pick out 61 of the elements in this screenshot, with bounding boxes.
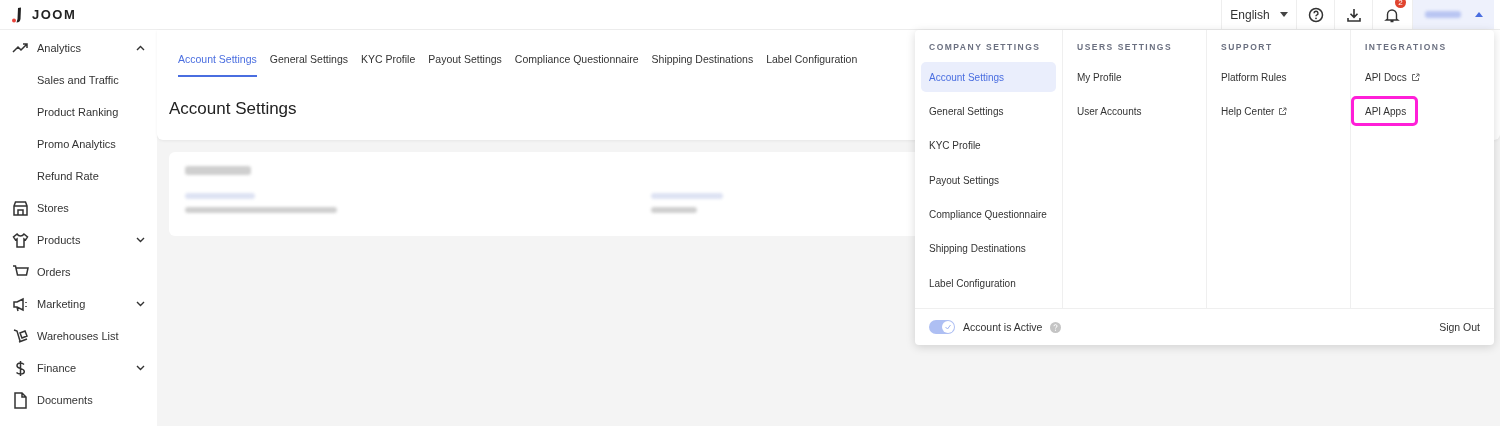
settings-tab[interactable]: Shipping Destinations — [651, 30, 754, 77]
help-icon — [1050, 321, 1062, 333]
sidebar-item[interactable]: Documents — [0, 384, 157, 416]
chevron-up-icon — [136, 45, 145, 51]
sidebar-item[interactable]: Warehouses List — [0, 320, 157, 352]
sidebar-subitem[interactable]: Product Ranking — [0, 96, 157, 128]
sign-out-button[interactable]: Sign Out — [1439, 321, 1480, 333]
hand-truck-icon — [12, 327, 29, 345]
brand-name: JOOM — [32, 7, 77, 22]
sidebar-item[interactable]: Orders — [0, 256, 157, 288]
sidebar-subitem[interactable]: Promo Analytics — [0, 128, 157, 160]
chevron-down-icon — [136, 365, 145, 371]
sidebar-item[interactable]: Analytics — [0, 32, 157, 64]
check-icon — [944, 323, 952, 331]
download-icon — [1345, 6, 1362, 23]
external-link-icon — [1410, 72, 1420, 82]
menu-item[interactable]: Account Settings — [921, 62, 1056, 92]
menu-item[interactable]: Label Configuration — [921, 268, 1024, 299]
toggle-label: Account is Active — [963, 321, 1043, 333]
settings-tab[interactable]: Payout Settings — [428, 30, 502, 77]
settings-tab[interactable]: Account Settings — [178, 30, 257, 77]
sidebar-item[interactable]: Products — [0, 224, 157, 256]
joom-logo-icon — [12, 6, 22, 23]
help-icon — [1307, 6, 1324, 23]
settings-tab[interactable]: Label Configuration — [766, 30, 858, 77]
menu-item[interactable]: API Apps — [1351, 96, 1419, 127]
external-link-icon — [1278, 106, 1288, 116]
sidebar-item[interactable]: Marketing — [0, 288, 157, 320]
menu-section-heading: INTEGRATIONS — [1364, 41, 1448, 54]
notification-count-badge: 2 — [1395, 0, 1406, 8]
menu-item[interactable]: Payout Settings — [921, 165, 1008, 196]
menu-section-heading: SUPPORT — [1220, 41, 1274, 54]
sidebar-item[interactable]: Finance — [0, 352, 157, 384]
settings-tab[interactable]: General Settings — [269, 30, 348, 77]
toggle-switch[interactable] — [929, 320, 955, 334]
store-icon — [12, 199, 29, 217]
menu-item[interactable]: User Accounts — [1069, 96, 1150, 127]
menu-item[interactable]: KYC Profile — [921, 130, 1001, 161]
document-icon — [12, 391, 29, 409]
settings-tab[interactable]: KYC Profile — [361, 30, 416, 77]
megaphone-icon — [12, 295, 29, 313]
menu-item[interactable]: Shipping Destinations — [921, 233, 1034, 264]
menu-item[interactable]: Compliance Questionnaire — [921, 199, 1055, 230]
page-title: Account Settings — [169, 99, 297, 119]
menu-item[interactable]: My Profile — [1069, 62, 1149, 92]
menu-item[interactable]: Help Center — [1213, 96, 1296, 127]
sidebar-subitem[interactable]: Refund Rate — [0, 160, 157, 192]
menu-section-heading: COMPANY SETTINGS — [928, 41, 1042, 54]
caret-down-icon — [1279, 12, 1288, 17]
menu-item[interactable]: API Docs — [1357, 62, 1437, 92]
shirt-icon — [12, 231, 29, 249]
menu-section-heading: USERS SETTINGS — [1076, 41, 1174, 54]
chevron-down-icon — [136, 237, 145, 243]
sidebar-subitem[interactable]: Sales and Traffic — [0, 64, 157, 96]
settings-tab[interactable]: Compliance Questionnaire — [514, 30, 639, 77]
sidebar-item[interactable]: Stores — [0, 192, 157, 224]
bell-icon — [1383, 6, 1400, 23]
menu-item[interactable]: Platform Rules — [1213, 62, 1295, 92]
caret-up-icon — [1474, 12, 1483, 17]
chevron-down-icon — [136, 301, 145, 307]
menu-item[interactable]: General Settings — [921, 96, 1012, 127]
